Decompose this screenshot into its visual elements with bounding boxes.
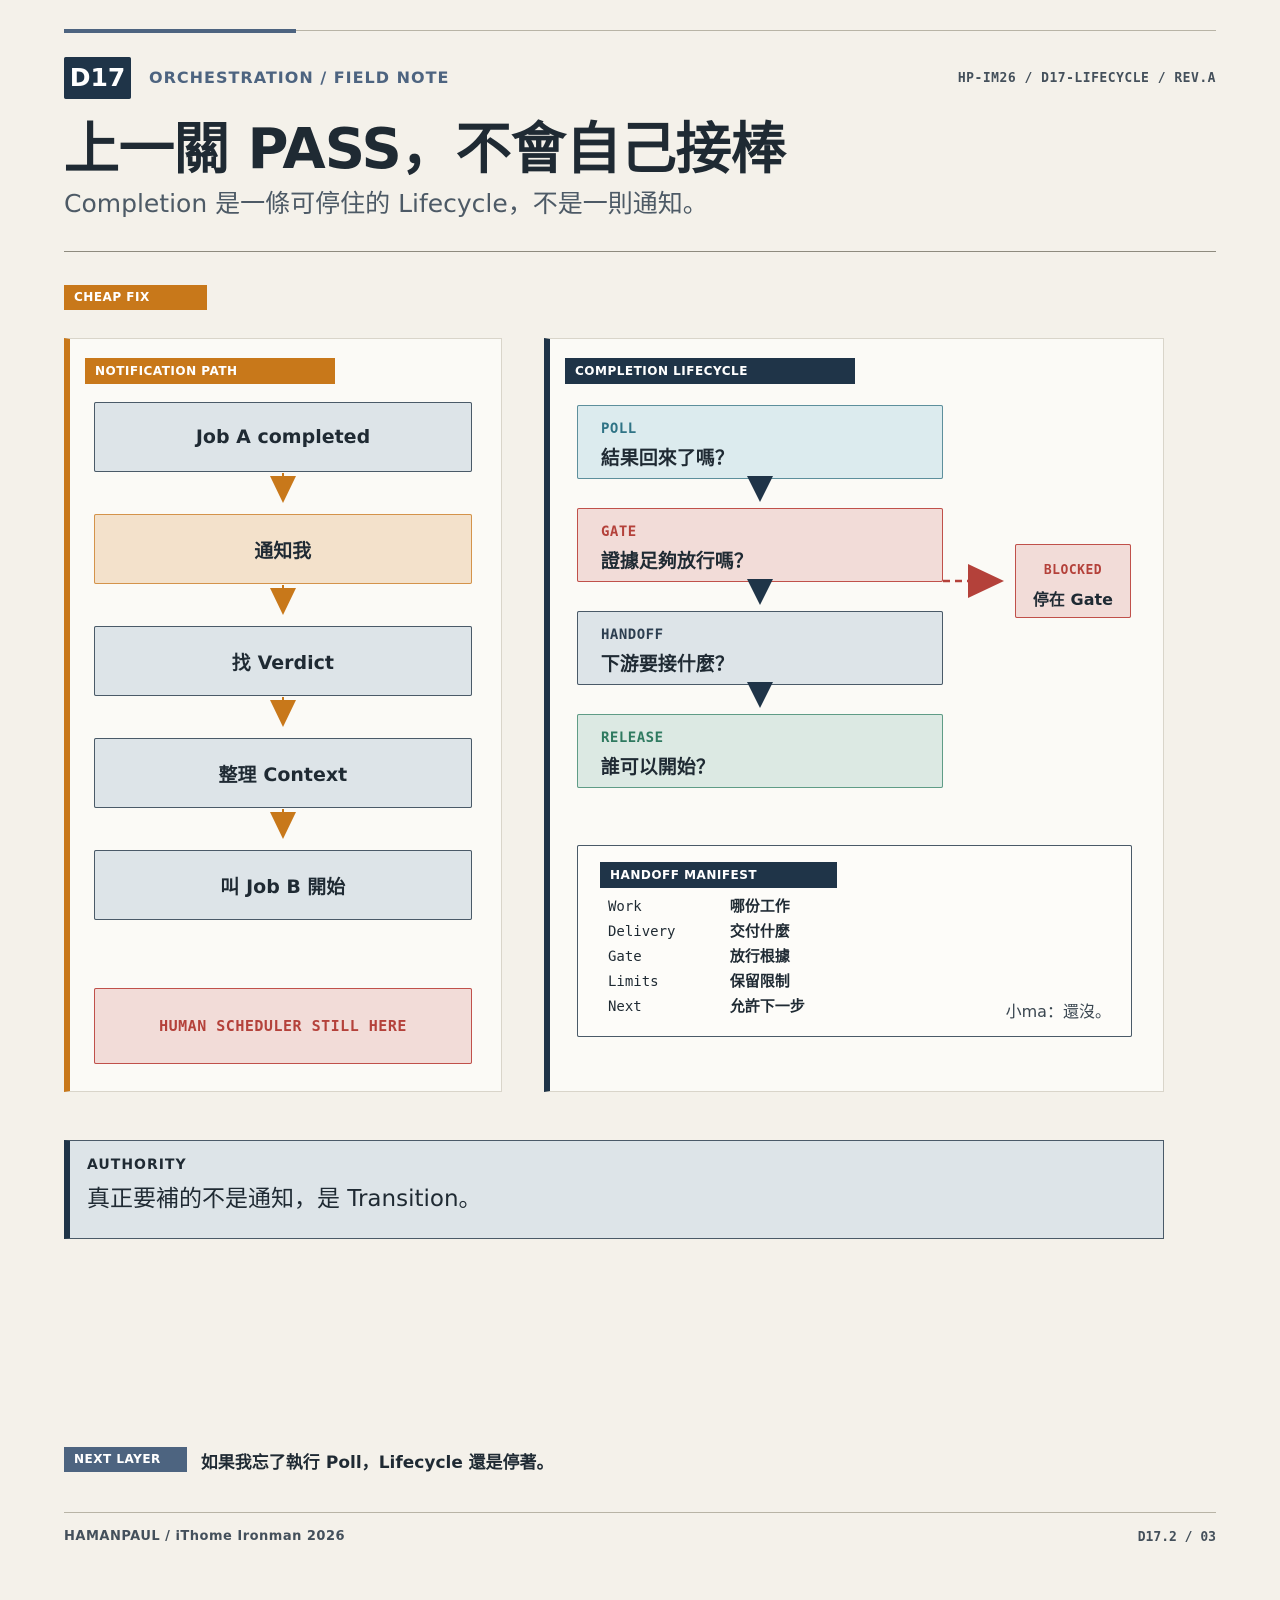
blocked-value: 停在 Gate (1032, 590, 1113, 609)
manifest-row: Work 哪份工作 (608, 895, 790, 919)
step-notify-me: 通知我 (94, 514, 472, 584)
next-layer-tag: NEXT LAYER (64, 1447, 187, 1472)
blocked-key: BLOCKED (1043, 563, 1103, 578)
manifest-key: Gate (608, 949, 642, 965)
cheap-fix-tag: CHEAP FIX (64, 285, 207, 310)
step-start-job-b: 叫 Job B 開始 (94, 850, 472, 920)
manifest-row: Limits 保留限制 (608, 970, 790, 994)
stage-release-key: RELEASE (601, 730, 664, 746)
notification-path-label: NOTIFICATION PATH (85, 358, 335, 384)
stage-gate: GATE 證據足夠放行嗎？ (577, 508, 943, 582)
day-badge: D17 (64, 57, 131, 99)
footer-page: D17.2 / 03 (1137, 1530, 1216, 1545)
stage-release-question: 誰可以開始？ (601, 756, 716, 778)
human-scheduler-warning: HUMAN SCHEDULER STILL HERE (94, 988, 472, 1064)
manifest-row: Next 允許下一步 (608, 995, 805, 1019)
footer-divider (64, 1512, 1216, 1513)
stage-poll: POLL 結果回來了嗎？ (577, 405, 943, 479)
manifest-value: 允許下一步 (730, 997, 806, 1015)
stage-poll-question: 結果回來了嗎？ (601, 447, 735, 469)
step-job-a-completed: Job A completed (94, 402, 472, 472)
page-subtitle: Completion 是一條可停住的 Lifecycle，不是一則通知。 (64, 189, 708, 218)
manifest-key: Work (608, 899, 642, 915)
authority-text: 真正要補的不是通知，是 Transition。 (87, 1186, 482, 1212)
stage-handoff-key: HANDOFF (601, 627, 664, 643)
manifest-key: Next (608, 999, 642, 1015)
document-ref: HP-IM26 / D17-LIFECYCLE / REV.A (957, 71, 1216, 86)
stage-poll-key: POLL (601, 421, 637, 437)
stage-handoff: HANDOFF 下游要接什麼？ (577, 611, 943, 685)
manifest-key: Limits (608, 974, 659, 990)
completion-lifecycle-label: COMPLETION LIFECYCLE (565, 358, 855, 384)
step-find-verdict: 找 Verdict (94, 626, 472, 696)
manifest-value: 放行根據 (730, 947, 791, 965)
step-organize-context: 整理 Context (94, 738, 472, 808)
authority-callout: AUTHORITY 真正要補的不是通知，是 Transition。 (64, 1140, 1164, 1239)
manifest-row: Gate 放行根據 (608, 945, 790, 969)
manifest-row: Delivery 交付什麼 (608, 920, 790, 944)
blocked-box: BLOCKED 停在 Gate (1015, 544, 1131, 618)
header-divider (64, 251, 1216, 252)
stage-gate-key: GATE (601, 524, 637, 540)
stage-gate-question: 證據足夠放行嗎？ (601, 550, 754, 572)
manifest-note: 小ma：還沒。 (1005, 1002, 1111, 1021)
page-title: 上一關 PASS，不會自己接棒 (64, 117, 787, 182)
manifest-key: Delivery (608, 924, 676, 940)
manifest-value: 保留限制 (730, 972, 791, 990)
next-layer-text: 如果我忘了執行 Poll，Lifecycle 還是停著。 (201, 1453, 554, 1473)
authority-label: AUTHORITY (87, 1157, 187, 1173)
stage-handoff-question: 下游要接什麼？ (601, 653, 735, 675)
kicker: ORCHESTRATION / FIELD NOTE (149, 68, 450, 87)
manifest-value: 哪份工作 (730, 897, 791, 915)
footer-credit: HAMANPAUL / iThome Ironman 2026 (64, 1529, 346, 1544)
stage-release: RELEASE 誰可以開始？ (577, 714, 943, 788)
handoff-manifest: HANDOFF MANIFEST Work 哪份工作 Delivery 交付什麼 G… (577, 845, 1132, 1037)
manifest-value: 交付什麼 (730, 922, 791, 940)
top-rule-accent (64, 29, 296, 33)
handoff-manifest-label: HANDOFF MANIFEST (600, 862, 837, 888)
